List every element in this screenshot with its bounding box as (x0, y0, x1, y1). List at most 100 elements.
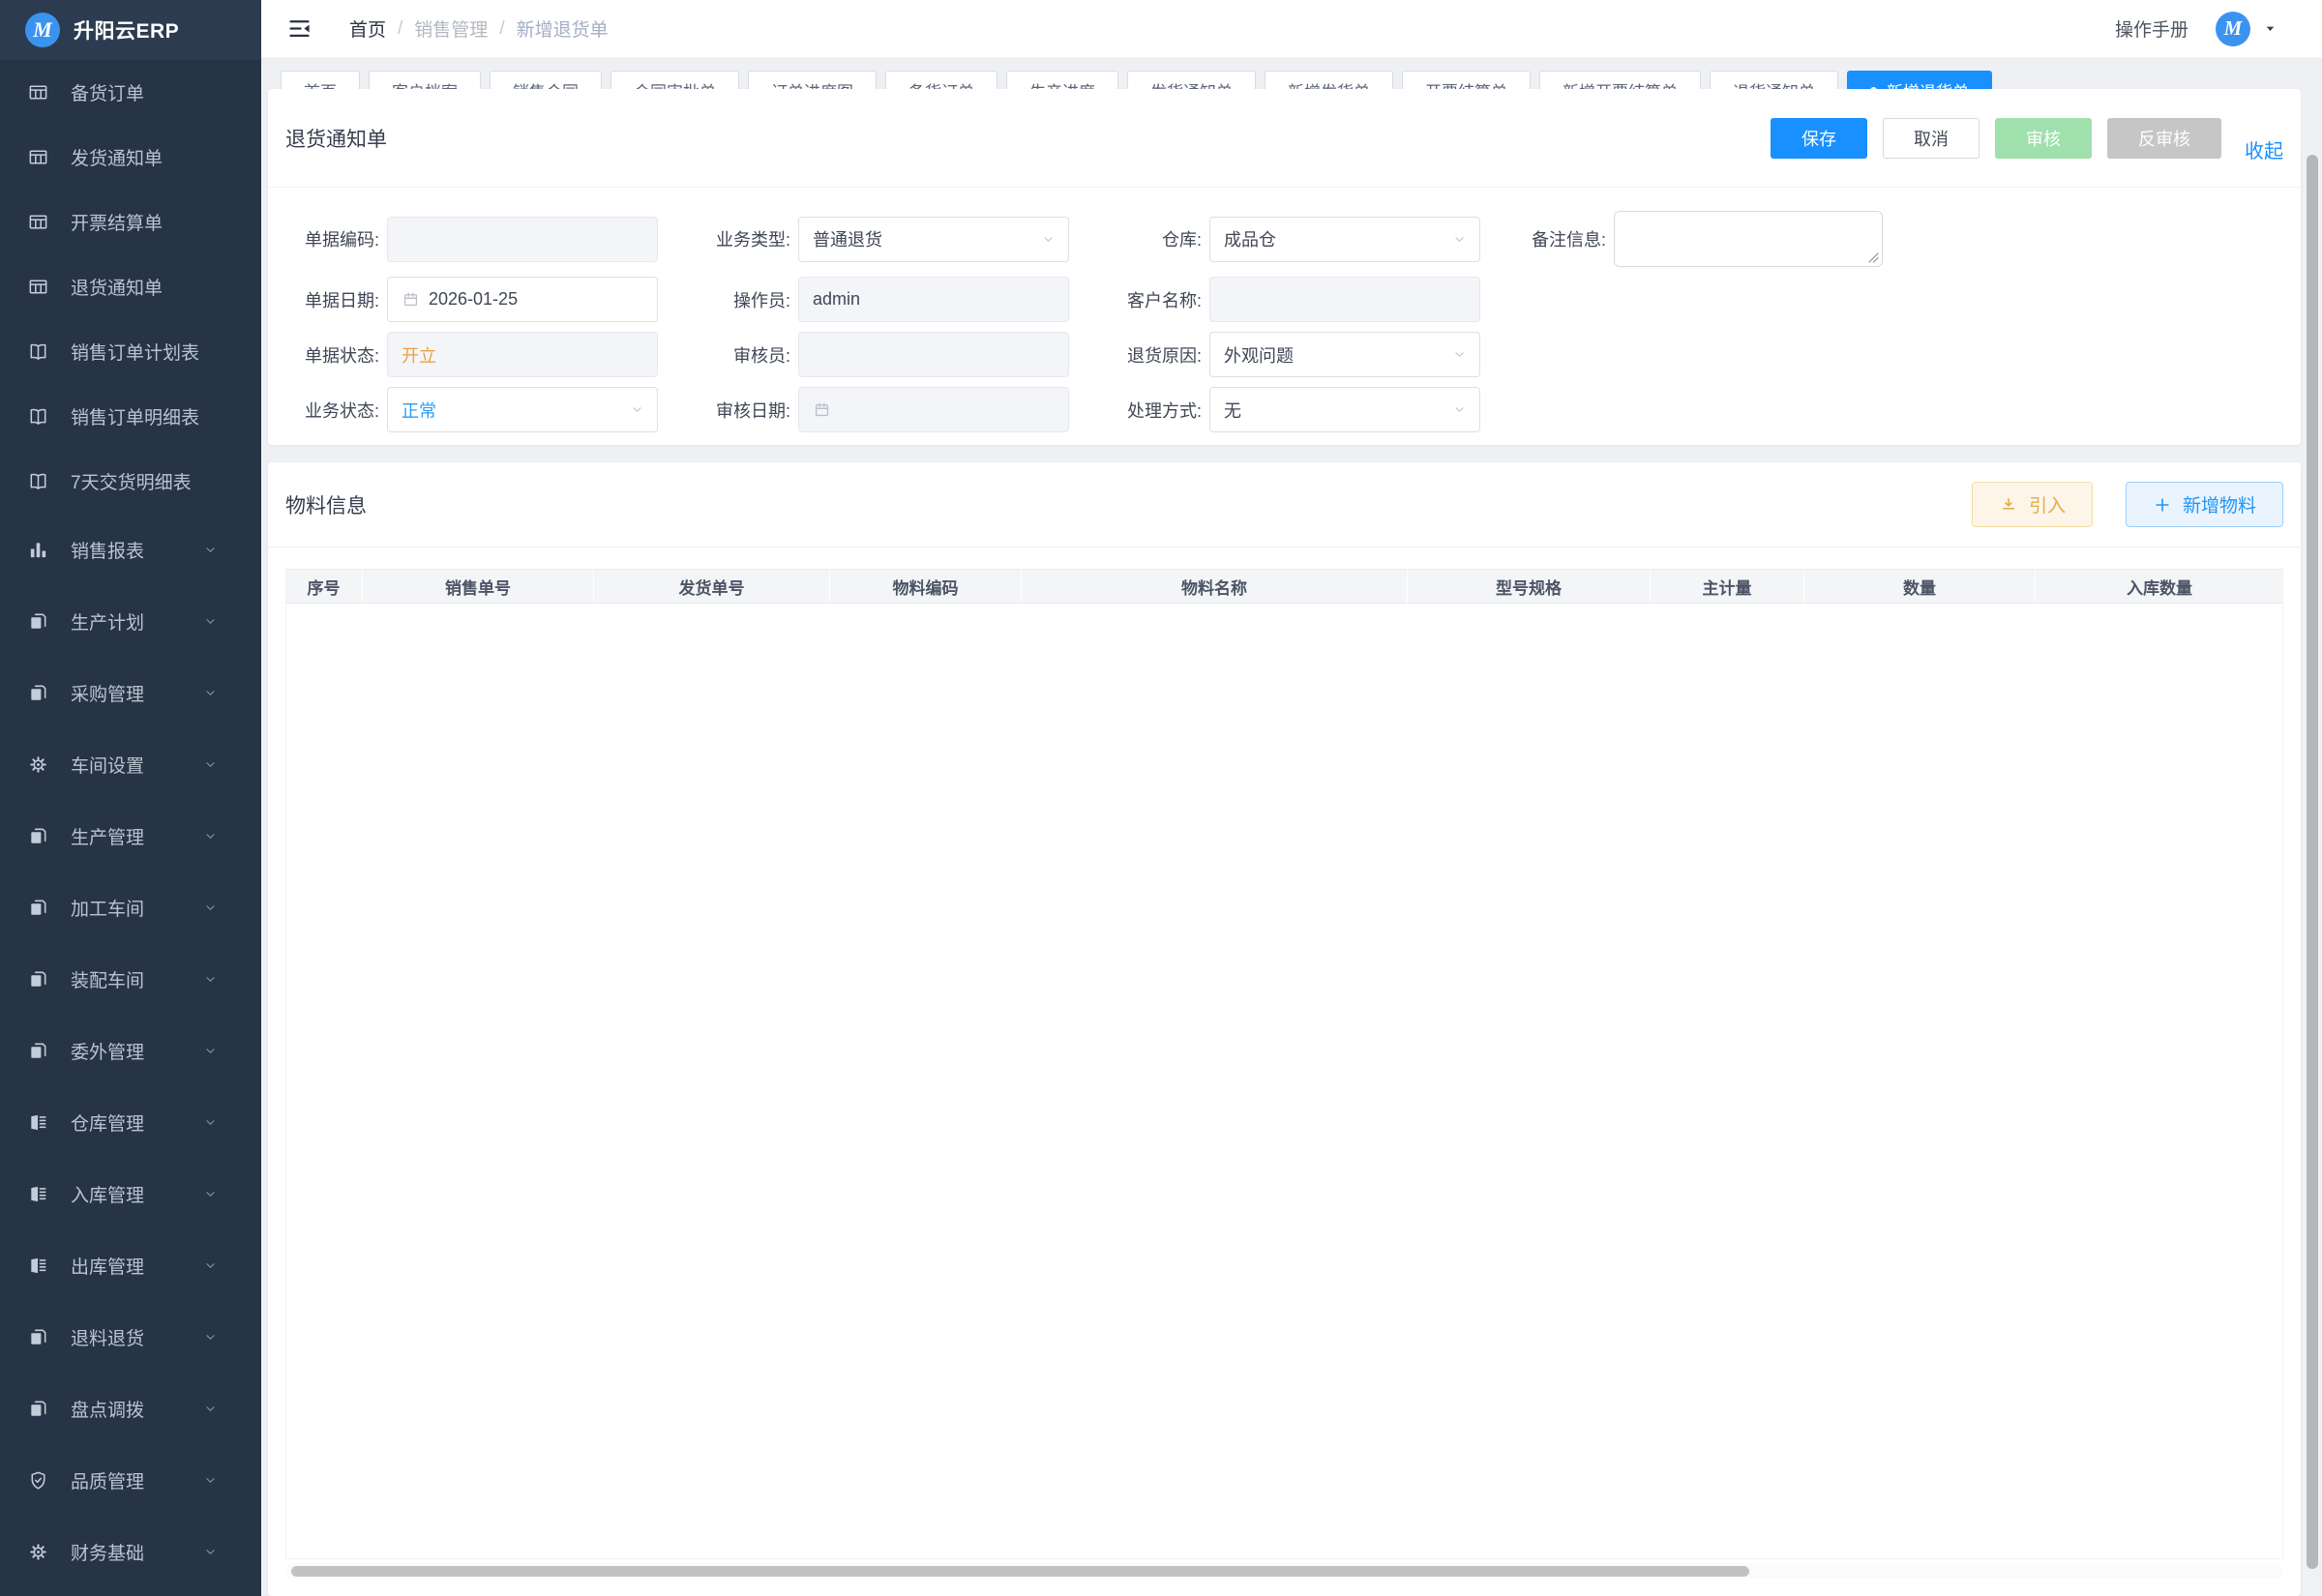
horizontal-scrollbar[interactable] (285, 1563, 2283, 1579)
operator-input[interactable] (798, 277, 1069, 322)
column-header-3: 发货单号 (594, 570, 830, 603)
auditor-input[interactable] (798, 332, 1069, 377)
sidebar-item-14[interactable]: 装配车间 (0, 943, 261, 1015)
remark-textarea[interactable] (1615, 212, 1882, 266)
chevron-down-icon (202, 756, 219, 773)
shield-icon (27, 1469, 49, 1492)
warehouse-value: 成品仓 (1224, 226, 1276, 251)
sidebar-item-21[interactable]: 品质管理 (0, 1444, 261, 1516)
customer-value (1224, 289, 1466, 310)
sidebar-item-6[interactable]: 销售订单明细表 (0, 384, 261, 449)
handle-method-select[interactable]: 无 (1209, 387, 1480, 432)
horizontal-scrollbar-thumb[interactable] (291, 1566, 1749, 1577)
sidebar-item-19[interactable]: 退料退货 (0, 1301, 261, 1373)
biz-type-select[interactable]: 普通退货 (798, 217, 1069, 262)
field-remark: 备注信息: (1519, 211, 1883, 267)
chevron-down-icon (1451, 346, 1468, 363)
sidebar-item-7[interactable]: 7天交货明细表 (0, 449, 261, 514)
import-label: 引入 (2029, 491, 2066, 517)
materials-title: 物料信息 (285, 490, 367, 519)
audit-date-picker[interactable] (798, 387, 1069, 432)
sidebar-item-2[interactable]: 发货通知单 (0, 125, 261, 190)
doc-date-picker[interactable]: 2026-01-25 (387, 277, 658, 322)
save-button[interactable]: 保存 (1771, 118, 1867, 159)
status-badge: 开立 (402, 342, 436, 368)
form-row-3: 单据状态: 开立 审核员: 退货原因: 外观问题 (285, 332, 2301, 377)
sidebar-item-label: 生产管理 (71, 823, 144, 849)
unaudit-button[interactable]: 反审核 (2107, 118, 2221, 159)
book-icon (27, 470, 49, 492)
field-doc-code: 单据编码: (285, 217, 658, 262)
biz-type-label: 业务类型: (697, 226, 790, 251)
avatar[interactable]: M (2216, 12, 2250, 46)
sidebar-item-20[interactable]: 盘点调拨 (0, 1373, 261, 1444)
sidebar-item-15[interactable]: 委外管理 (0, 1015, 261, 1086)
column-header-2: 销售单号 (363, 570, 594, 603)
journal-icon (27, 1255, 49, 1277)
field-warehouse: 仓库: 成品仓 (1108, 217, 1480, 262)
chevron-down-icon (202, 900, 219, 916)
sidebar-item-16[interactable]: 仓库管理 (0, 1086, 261, 1158)
app-logo[interactable]: M 升阳云ERP (0, 0, 261, 60)
sidebar-item-9[interactable]: 生产计划 (0, 585, 261, 657)
menu-fold-icon[interactable] (286, 15, 313, 42)
manual-link[interactable]: 操作手册 (2115, 15, 2188, 42)
table-icon (27, 211, 49, 233)
sidebar-item-label: 生产计划 (71, 608, 144, 635)
breadcrumb-item-2[interactable]: 销售管理 (414, 15, 488, 42)
biz-status-value: 正常 (402, 398, 436, 423)
column-header-1: 序号 (285, 570, 363, 603)
copy-icon (27, 968, 49, 990)
remark-textarea-wrap (1614, 211, 1883, 267)
chevron-down-icon (629, 401, 645, 418)
collapse-link[interactable]: 收起 (2245, 135, 2283, 163)
return-reason-select[interactable]: 外观问题 (1209, 332, 1480, 377)
remark-label: 备注信息: (1519, 226, 1606, 251)
sidebar-item-11[interactable]: 车间设置 (0, 728, 261, 800)
sidebar-item-13[interactable]: 加工车间 (0, 872, 261, 943)
breadcrumb-item-1[interactable]: 首页 (349, 15, 386, 42)
handle-method-label: 处理方式: (1108, 398, 1202, 423)
chevron-down-icon (202, 1186, 219, 1202)
add-material-button[interactable]: 新增物料 (2126, 482, 2283, 527)
customer-input[interactable] (1209, 277, 1480, 322)
sidebar-item-18[interactable]: 出库管理 (0, 1229, 261, 1301)
warehouse-select[interactable]: 成品仓 (1209, 217, 1480, 262)
download-icon (1999, 495, 2018, 515)
cancel-button[interactable]: 取消 (1883, 118, 1980, 159)
sidebar-item-12[interactable]: 生产管理 (0, 800, 261, 872)
plus-icon (2153, 495, 2172, 515)
sidebar-item-8[interactable]: 销售报表 (0, 514, 261, 585)
chevron-down-icon (1451, 401, 1468, 418)
sidebar-item-3[interactable]: 开票结算单 (0, 190, 261, 254)
app-title: 升阳云ERP (74, 15, 179, 44)
sidebar-item-22[interactable]: 财务基础 (0, 1516, 261, 1587)
caret-down-icon[interactable] (2263, 21, 2277, 36)
doc-code-input[interactable] (387, 217, 658, 262)
sidebar-item-label: 备货订单 (71, 79, 144, 105)
chevron-down-icon (202, 613, 219, 630)
doc-status-input[interactable]: 开立 (387, 332, 658, 377)
field-biz-status: 业务状态: 正常 (285, 387, 658, 432)
sidebar-item-4[interactable]: 退货通知单 (0, 254, 261, 319)
audit-button[interactable]: 审核 (1995, 118, 2092, 159)
biz-status-select[interactable]: 正常 (387, 387, 658, 432)
field-operator: 操作员: (697, 277, 1069, 322)
sidebar-item-17[interactable]: 入库管理 (0, 1158, 261, 1229)
page-title: 退货通知单 (285, 124, 387, 153)
vertical-scrollbar-thumb[interactable] (2307, 155, 2318, 1569)
sidebar-item-5[interactable]: 销售订单计划表 (0, 319, 261, 384)
customer-label: 客户名称: (1108, 287, 1202, 312)
resize-grip-icon[interactable] (1867, 251, 1879, 263)
chevron-down-icon (202, 1114, 219, 1131)
vertical-scrollbar[interactable] (2304, 145, 2320, 1596)
sidebar-item-label: 入库管理 (71, 1181, 144, 1207)
sidebar-item-10[interactable]: 采购管理 (0, 657, 261, 728)
import-button[interactable]: 引入 (1972, 482, 2093, 527)
sidebar-item-label: 发货通知单 (71, 144, 163, 170)
return-notice-card: 退货通知单 保存 取消 审核 反审核 收起 单据编码: (268, 89, 2301, 445)
topbar: 首页/销售管理/新增退货单 操作手册 M (261, 0, 2322, 58)
chevron-down-icon (202, 1401, 219, 1417)
book-icon (27, 405, 49, 428)
sidebar-item-1[interactable]: 备货订单 (0, 60, 261, 125)
